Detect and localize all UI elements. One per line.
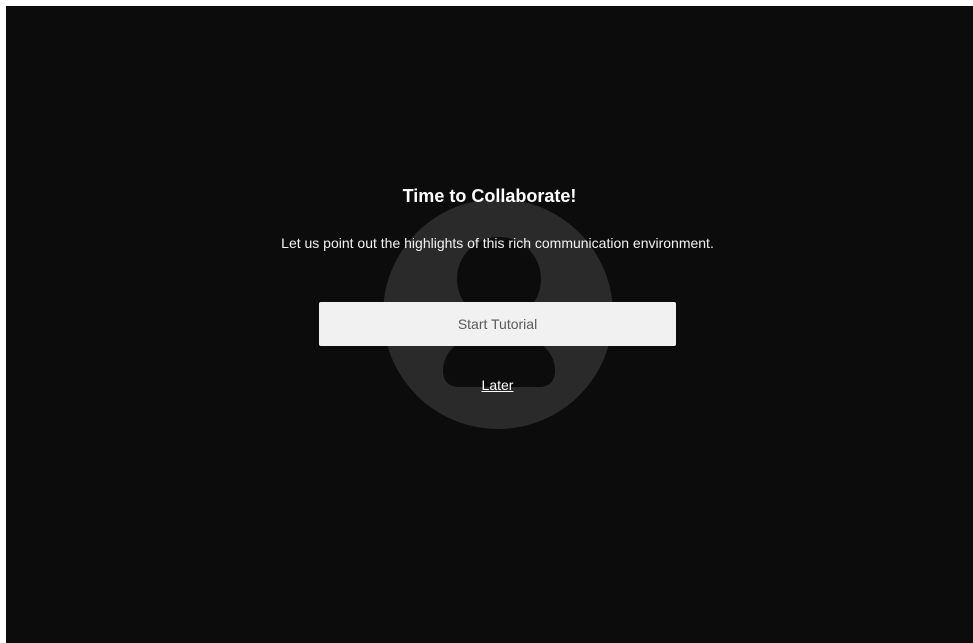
tutorial-dialog: Time to Collaborate! Let us point out th… (6, 6, 973, 643)
dialog-subtitle: Let us point out the highlights of this … (281, 235, 714, 251)
tutorial-overlay: Time to Collaborate! Let us point out th… (6, 6, 973, 643)
start-tutorial-button[interactable]: Start Tutorial (319, 302, 676, 346)
dialog-title: Time to Collaborate! (402, 186, 577, 206)
later-link[interactable]: Later (6, 376, 973, 394)
